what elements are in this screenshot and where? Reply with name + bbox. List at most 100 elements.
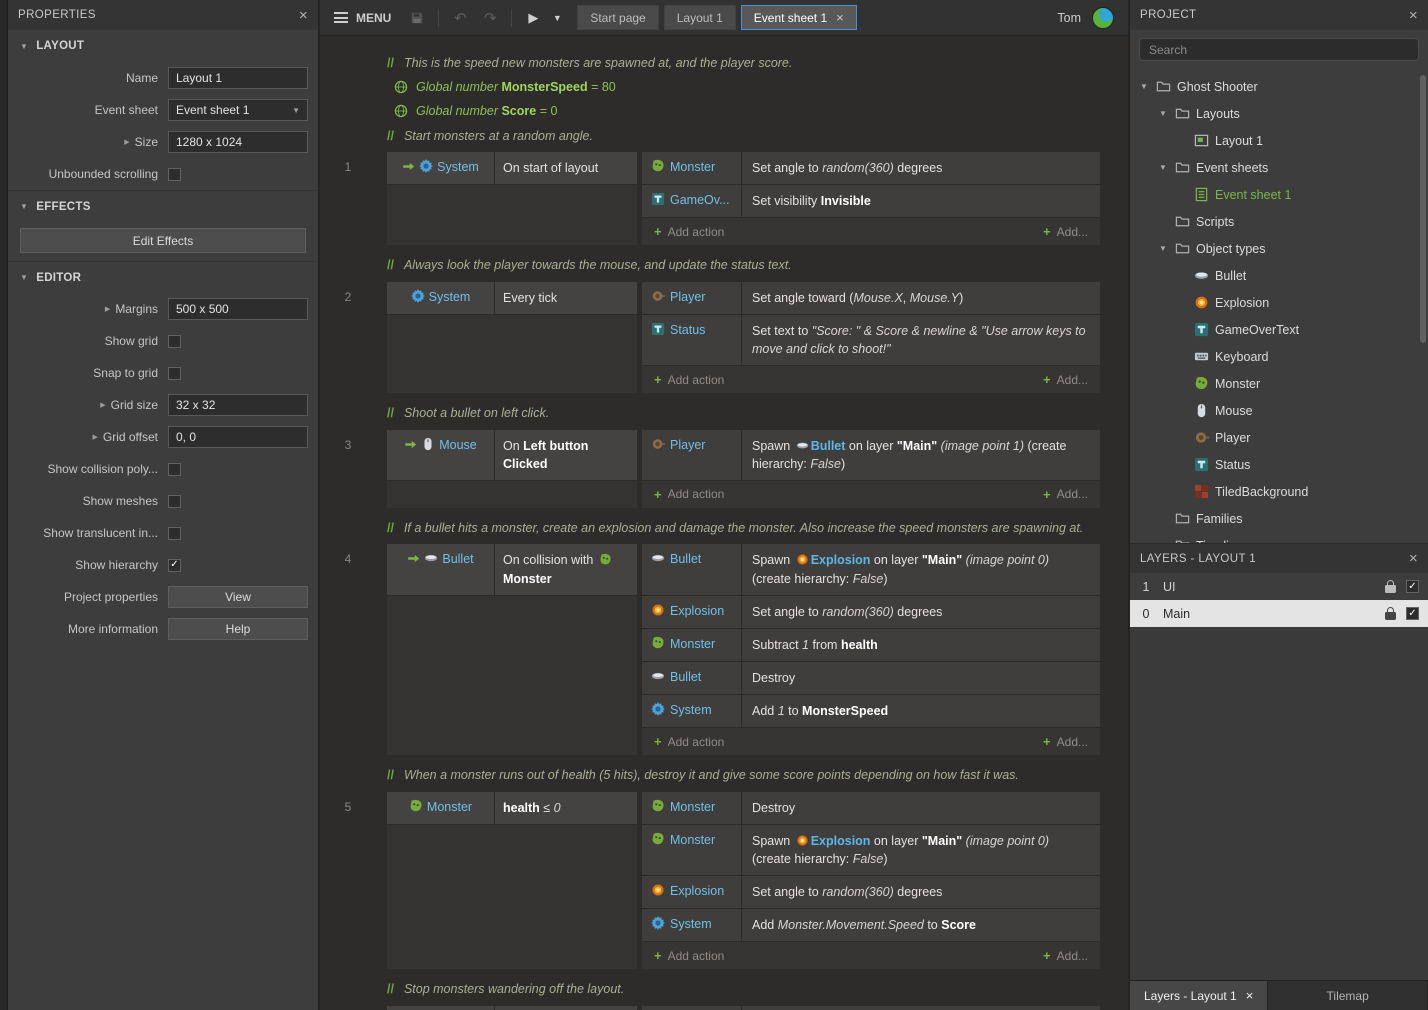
collapse-icon[interactable]: ▼ xyxy=(1157,109,1169,118)
layer-row-main[interactable]: 0Main✓ xyxy=(1130,600,1428,627)
event-condition[interactable]: BulletOn collision with Monster xyxy=(387,544,637,595)
add-more-link[interactable]: +Add... xyxy=(1043,487,1088,501)
event-condition[interactable]: MonsterIs outside layout xyxy=(387,1006,637,1010)
expand-arrow-icon[interactable]: ▶ xyxy=(92,433,97,441)
add-more-link[interactable]: +Add... xyxy=(1043,949,1088,963)
tree-item-layout-1[interactable]: Layout 1 xyxy=(1130,127,1428,154)
grid-offset-input[interactable] xyxy=(168,426,308,448)
event-action[interactable]: MonsterDestroy xyxy=(642,792,1100,825)
menu-button[interactable]: MENU xyxy=(330,5,401,31)
event-action[interactable]: ExplosionSet angle to random(360) degree… xyxy=(642,596,1100,629)
tree-item-tiledbackground[interactable]: TiledBackground xyxy=(1130,478,1428,505)
event-comment[interactable]: //This is the speed new monsters are spa… xyxy=(387,55,1100,73)
event-condition[interactable]: SystemOn start of layout xyxy=(387,152,637,185)
tree-item-explosion[interactable]: Explosion xyxy=(1130,289,1428,316)
show-hierarchy-checkbox[interactable]: ✓ xyxy=(168,559,181,572)
show-translucent-in-checkbox[interactable] xyxy=(168,527,181,540)
tree-item-bullet[interactable]: Bullet xyxy=(1130,262,1428,289)
add-action-link[interactable]: +Add action xyxy=(654,949,724,963)
expand-arrow-icon[interactable]: ▶ xyxy=(105,305,110,313)
tree-item-scripts[interactable]: Scripts xyxy=(1130,208,1428,235)
add-action-link[interactable]: +Add action xyxy=(654,225,724,239)
search-input[interactable] xyxy=(1139,38,1419,61)
close-tab-icon[interactable]: × xyxy=(836,11,844,24)
undo-button[interactable]: ↶ xyxy=(446,5,474,31)
event-comment[interactable]: //When a monster runs out of health (5 h… xyxy=(387,767,1100,785)
tree-item-player[interactable]: Player xyxy=(1130,424,1428,451)
tab-layout-1[interactable]: Layout 1 xyxy=(664,5,736,30)
add-more-link[interactable]: +Add... xyxy=(1043,735,1088,749)
event-action[interactable]: GameOv...Set visibility Invisible xyxy=(642,185,1100,218)
tree-item-monster[interactable]: Monster xyxy=(1130,370,1428,397)
tab-event-sheet-1[interactable]: Event sheet 1× xyxy=(741,5,857,30)
event-comment[interactable]: //Stop monsters wandering off the layout… xyxy=(387,981,1100,999)
global-variable[interactable]: Global number Score = 0 xyxy=(394,104,1100,118)
size-input[interactable] xyxy=(168,131,308,153)
redo-button[interactable]: ↷ xyxy=(476,5,504,31)
close-tab-icon[interactable]: × xyxy=(1246,989,1254,1002)
layer-visible-checkbox[interactable]: ✓ xyxy=(1406,607,1419,620)
collapse-icon[interactable]: ▼ xyxy=(1138,82,1150,91)
bottom-tab-layers-layout-1[interactable]: Layers - Layout 1× xyxy=(1130,981,1268,1010)
close-icon[interactable]: × xyxy=(299,8,308,23)
event-action[interactable]: BulletSpawn Explosion on layer "Main" (i… xyxy=(642,544,1100,595)
event-action[interactable]: SystemAdd Monster.Movement.Speed to Scor… xyxy=(642,909,1100,942)
event-action[interactable]: MonsterSet angle to random(360) degrees xyxy=(642,152,1100,185)
event-action[interactable]: BulletDestroy xyxy=(642,662,1100,695)
play-dropdown-icon[interactable]: ▼ xyxy=(549,5,565,31)
more-information-button[interactable]: Help xyxy=(168,618,308,640)
event-comment[interactable]: //Start monsters at a random angle. xyxy=(387,128,1100,146)
tab-start-page[interactable]: Start page xyxy=(577,5,658,30)
add-action-link[interactable]: +Add action xyxy=(654,487,724,501)
scrollbar-thumb[interactable] xyxy=(1420,75,1426,343)
collapse-icon[interactable]: ▼ xyxy=(1157,244,1169,253)
event-action[interactable]: MonsterSpawn Explosion on layer "Main" (… xyxy=(642,825,1100,876)
name-input[interactable] xyxy=(168,67,308,89)
event-condition[interactable]: SystemEvery tick xyxy=(387,282,637,315)
event-action[interactable]: ExplosionSet angle to random(360) degree… xyxy=(642,876,1100,909)
tree-item-gameovertext[interactable]: GameOverText xyxy=(1130,316,1428,343)
event-action[interactable]: MonsterSet angle toward (Player.X, Playe… xyxy=(642,1006,1100,1010)
event-action[interactable]: SystemAdd 1 to MonsterSpeed xyxy=(642,695,1100,728)
section-header-effects[interactable]: ▼ EFFECTS xyxy=(8,190,318,222)
tree-item-event-sheets[interactable]: ▼Event sheets xyxy=(1130,154,1428,181)
tree-item-families[interactable]: Families xyxy=(1130,505,1428,532)
tree-item-keyboard[interactable]: Keyboard xyxy=(1130,343,1428,370)
show-collision-poly-checkbox[interactable] xyxy=(168,463,181,476)
close-icon[interactable]: × xyxy=(1409,8,1418,23)
add-more-link[interactable]: +Add... xyxy=(1043,373,1088,387)
lock-icon[interactable] xyxy=(1385,612,1396,620)
event-condition[interactable]: Monsterhealth ≤ 0 xyxy=(387,792,637,825)
tree-item-status[interactable]: Status xyxy=(1130,451,1428,478)
event-comment[interactable]: //Shoot a bullet on left click. xyxy=(387,405,1100,423)
section-header-layout[interactable]: ▼ LAYOUT xyxy=(8,30,318,62)
grid-size-input[interactable] xyxy=(168,394,308,416)
event-comment[interactable]: //Always look the player towards the mou… xyxy=(387,257,1100,275)
collapse-icon[interactable]: ▼ xyxy=(1157,163,1169,172)
edit-effects-button[interactable]: Edit Effects xyxy=(20,228,306,253)
section-header-editor[interactable]: ▼ EDITOR xyxy=(8,261,318,293)
close-icon[interactable]: × xyxy=(1409,551,1418,566)
tree-item-layouts[interactable]: ▼Layouts xyxy=(1130,100,1428,127)
add-action-link[interactable]: +Add action xyxy=(654,735,724,749)
play-button[interactable]: ▶ xyxy=(519,5,547,31)
event-condition[interactable]: MouseOn Left button Clicked xyxy=(387,430,637,481)
event-action[interactable]: MonsterSubtract 1 from health xyxy=(642,629,1100,662)
lock-icon[interactable] xyxy=(1385,585,1396,593)
show-grid-checkbox[interactable] xyxy=(168,335,181,348)
add-more-link[interactable]: +Add... xyxy=(1043,225,1088,239)
tree-item-event-sheet-1[interactable]: Event sheet 1 xyxy=(1130,181,1428,208)
project-properties-button[interactable]: View xyxy=(168,586,308,608)
unbounded-scrolling-checkbox[interactable] xyxy=(168,168,181,181)
tree-item-ghost-shooter[interactable]: ▼Ghost Shooter xyxy=(1130,73,1428,100)
event-action[interactable]: PlayerSet angle toward (Mouse.X, Mouse.Y… xyxy=(642,282,1100,315)
global-variable[interactable]: Global number MonsterSpeed = 80 xyxy=(394,80,1100,94)
add-action-link[interactable]: +Add action xyxy=(654,373,724,387)
save-button[interactable] xyxy=(403,5,431,31)
tree-item-timelines[interactable]: ▼Timelines xyxy=(1130,532,1428,543)
layer-visible-checkbox[interactable]: ✓ xyxy=(1406,580,1419,593)
show-meshes-checkbox[interactable] xyxy=(168,495,181,508)
tree-item-mouse[interactable]: Mouse xyxy=(1130,397,1428,424)
layer-row-ui[interactable]: 1UI✓ xyxy=(1130,573,1428,600)
event-action[interactable]: PlayerSpawn Bullet on layer "Main" (imag… xyxy=(642,430,1100,481)
